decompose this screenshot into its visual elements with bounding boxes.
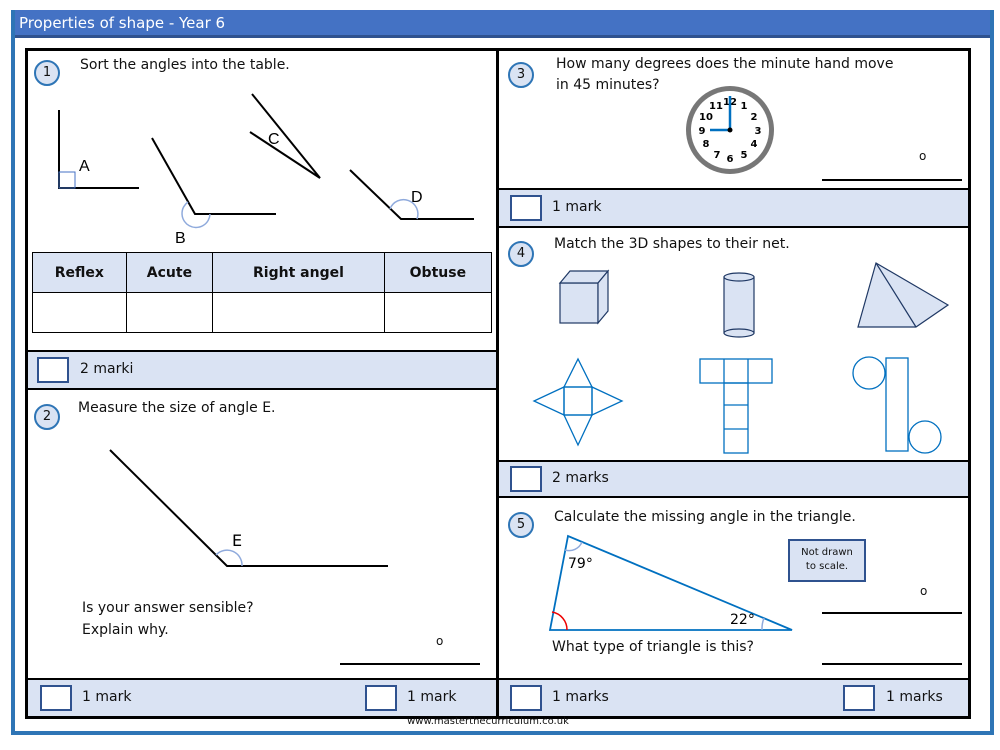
mark-box[interactable]	[843, 685, 875, 711]
svg-text:10: 10	[699, 112, 713, 123]
mark-box[interactable]	[40, 685, 72, 711]
q2-prompt: Measure the size of angle E.	[78, 400, 276, 416]
svg-text:1: 1	[741, 101, 748, 112]
q2-followup: Is your answer sensible?	[82, 600, 254, 616]
svg-text:4: 4	[751, 139, 758, 150]
table-header: Acute	[125, 252, 214, 293]
angle-label-c: C	[268, 131, 280, 148]
svg-text:5: 5	[741, 150, 748, 161]
answer-cell[interactable]	[125, 292, 214, 333]
table-header: Right angel	[212, 252, 385, 293]
angle-label-a: A	[79, 158, 90, 175]
angle-sort-table: Reflex Acute Right angel Obtuse	[32, 252, 493, 333]
degree-symbol: o	[920, 584, 928, 598]
marks-label: 1 marks	[552, 689, 609, 705]
mark-box[interactable]	[510, 195, 542, 221]
footer-url: www.masterthecurriculum.co.uk	[407, 716, 569, 727]
q3-prompt: in 45 minutes?	[556, 77, 660, 93]
marks-label: 1 marks	[886, 689, 943, 705]
angle-e-diagram: E	[109, 449, 388, 567]
answer-line[interactable]	[822, 179, 962, 181]
clock-icon: 121234567891011	[686, 86, 774, 174]
svg-text:6: 6	[727, 154, 734, 165]
question-number: 3	[508, 62, 534, 88]
angle-label-b: B	[175, 230, 186, 247]
q3-prompt: How many degrees does the minute hand mo…	[556, 56, 894, 72]
marks-label: 2 marki	[80, 361, 134, 377]
mark-box[interactable]	[510, 466, 542, 492]
cube-icon	[558, 269, 610, 325]
answer-cell[interactable]	[32, 292, 127, 333]
q2-followup: Explain why.	[82, 622, 169, 638]
question-number: 5	[508, 512, 534, 538]
angle-22: 22°	[730, 612, 755, 628]
q4-prompt: Match the 3D shapes to their net.	[554, 236, 790, 252]
shapes-and-nets	[532, 262, 950, 454]
svg-text:2: 2	[751, 112, 758, 123]
mark-box[interactable]	[510, 685, 542, 711]
degree-symbol: o	[436, 634, 444, 648]
table-header: Reflex	[32, 252, 127, 293]
svg-text:8: 8	[703, 139, 710, 150]
angle-label-d: D	[411, 189, 423, 206]
marks-label: 1 mark	[407, 689, 457, 705]
q5-prompt: Calculate the missing angle in the trian…	[554, 509, 856, 525]
svg-text:3: 3	[755, 126, 762, 137]
table-header: Obtuse	[383, 252, 493, 293]
svg-text:11: 11	[709, 101, 723, 112]
pyramid-icon	[857, 262, 950, 328]
svg-text:9: 9	[699, 126, 706, 137]
not-to-scale-note: Not drawn to scale.	[788, 539, 866, 582]
pyramid-net	[532, 357, 624, 447]
angles-diagram: A B C D	[58, 93, 474, 247]
answer-line[interactable]	[340, 663, 480, 665]
cube-net	[699, 358, 773, 454]
marks-label: 1 mark	[552, 199, 602, 215]
svg-text:7: 7	[714, 150, 721, 161]
marks-label: 2 marks	[552, 470, 609, 486]
angle-label-e: E	[232, 531, 242, 550]
triangle-diagram: 79° 22°	[548, 534, 793, 631]
angle-79: 79°	[568, 556, 593, 572]
answer-line[interactable]	[822, 612, 962, 614]
mark-box[interactable]	[37, 357, 69, 383]
q5-question: What type of triangle is this?	[552, 639, 754, 655]
answer-cell[interactable]	[212, 292, 385, 333]
answer-line[interactable]	[822, 663, 962, 665]
cylinder-icon	[723, 272, 755, 338]
answer-cell[interactable]	[383, 292, 493, 333]
marks-label: 1 mark	[82, 689, 132, 705]
mark-box[interactable]	[365, 685, 397, 711]
degree-symbol: o	[919, 149, 927, 163]
cylinder-net	[852, 356, 942, 454]
question-number: 2	[34, 404, 60, 430]
